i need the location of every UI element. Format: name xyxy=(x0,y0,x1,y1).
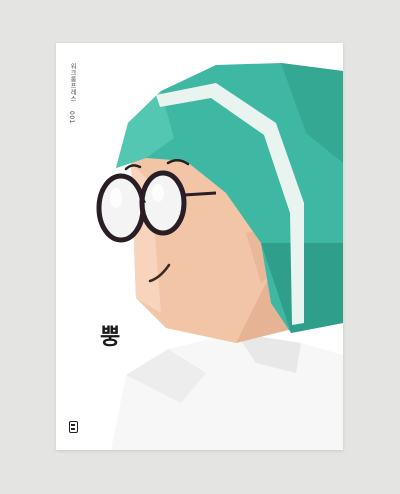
wooden-figure-illustration xyxy=(96,63,343,450)
glasses-temple xyxy=(183,191,217,197)
publisher-label: 워크룸프레스 xyxy=(69,63,76,102)
left-glasses-lens xyxy=(96,173,146,243)
poster: 워크룸프레스 001 뿡 xyxy=(56,43,343,450)
publisher-logo-icon xyxy=(69,421,78,433)
poster-title: 뿡 xyxy=(100,325,121,350)
issue-number: 001 xyxy=(68,111,75,124)
glasses-bridge xyxy=(139,199,146,204)
figure-body xyxy=(111,333,343,450)
right-glasses-lens xyxy=(139,170,187,236)
